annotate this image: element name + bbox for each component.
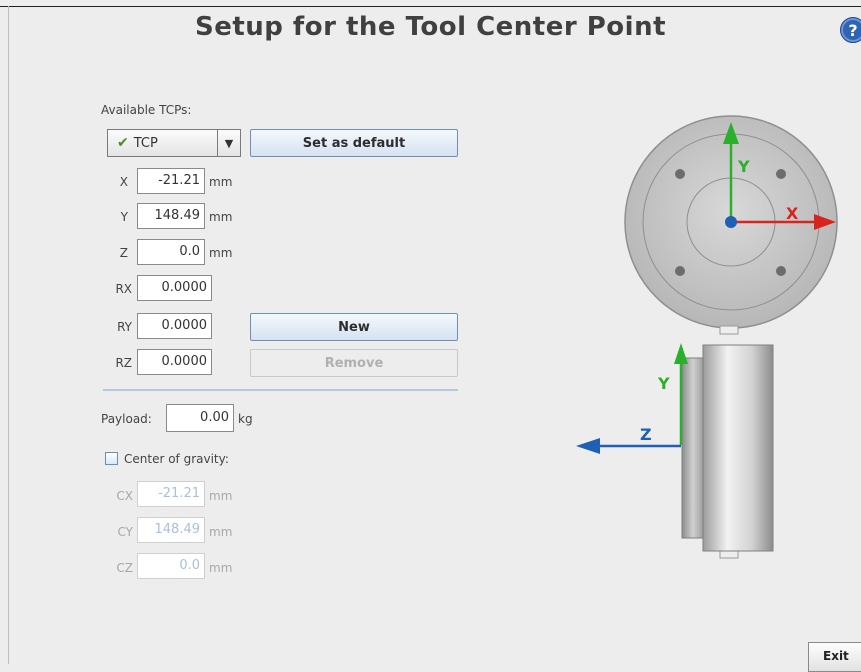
- cz-label: CZ: [116, 561, 133, 575]
- z-field[interactable]: 0.0: [137, 239, 205, 265]
- cx-unit: mm: [209, 489, 233, 503]
- ry-field[interactable]: 0.0000: [137, 313, 212, 339]
- z-arrowhead: [576, 438, 600, 454]
- x-field[interactable]: -21.21: [137, 168, 205, 194]
- ry-label: RY: [117, 320, 132, 334]
- z-unit: mm: [209, 246, 233, 260]
- top-x-label: X: [786, 204, 799, 223]
- side-y-label: Y: [657, 374, 670, 393]
- cz-unit: mm: [209, 561, 233, 575]
- tcp-origin-dot: [725, 216, 737, 228]
- tcp-select[interactable]: ✔ TCP ▼: [107, 129, 241, 157]
- available-tcps-label: Available TCPs:: [101, 103, 192, 117]
- side-y-arrowhead: [674, 343, 688, 364]
- rx-field[interactable]: 0.0000: [137, 275, 212, 301]
- rz-label: RZ: [115, 356, 132, 370]
- payload-unit: kg: [238, 412, 253, 426]
- remove-button[interactable]: Remove: [250, 349, 458, 377]
- cx-field: -21.21: [137, 481, 205, 507]
- center-of-gravity-label: Center of gravity:: [124, 452, 229, 466]
- exit-button[interactable]: Exit: [808, 642, 861, 672]
- cy-field: 148.49: [137, 517, 205, 543]
- y-label: Y: [120, 210, 128, 224]
- rx-label: RX: [115, 282, 132, 296]
- payload-label: Payload:: [101, 412, 152, 426]
- page-title: Setup for the Tool Center Point: [194, 12, 667, 42]
- cx-label: CX: [116, 489, 133, 503]
- y-unit: mm: [209, 210, 233, 224]
- divider: [103, 389, 458, 391]
- tcp-select-value: TCP: [133, 135, 158, 151]
- dropdown-arrow-icon[interactable]: ▼: [217, 130, 240, 156]
- cy-label: CY: [117, 525, 134, 539]
- x-label: X: [119, 175, 128, 189]
- y-field[interactable]: 148.49: [137, 203, 205, 229]
- x-unit: mm: [209, 175, 233, 189]
- pin-top: [719, 325, 739, 335]
- side-z-label: Z: [640, 425, 652, 444]
- cy-unit: mm: [209, 525, 233, 539]
- flange-side-view: [681, 344, 774, 552]
- rz-field[interactable]: 0.0000: [137, 349, 212, 375]
- left-border: [8, 6, 9, 664]
- payload-field[interactable]: 0.00: [166, 404, 234, 432]
- top-y-label: Y: [737, 157, 750, 176]
- cz-field: 0.0: [137, 553, 205, 579]
- check-icon: ✔: [117, 135, 129, 151]
- tool-flange-diagram: X Y Y Z: [576, 115, 838, 559]
- center-of-gravity-checkbox[interactable]: [105, 452, 118, 465]
- set-as-default-button[interactable]: Set as default: [250, 129, 458, 157]
- new-button[interactable]: New: [250, 313, 458, 341]
- top-border: [0, 6, 861, 7]
- z-label: Z: [119, 246, 128, 260]
- help-icon[interactable]: ?: [840, 17, 861, 43]
